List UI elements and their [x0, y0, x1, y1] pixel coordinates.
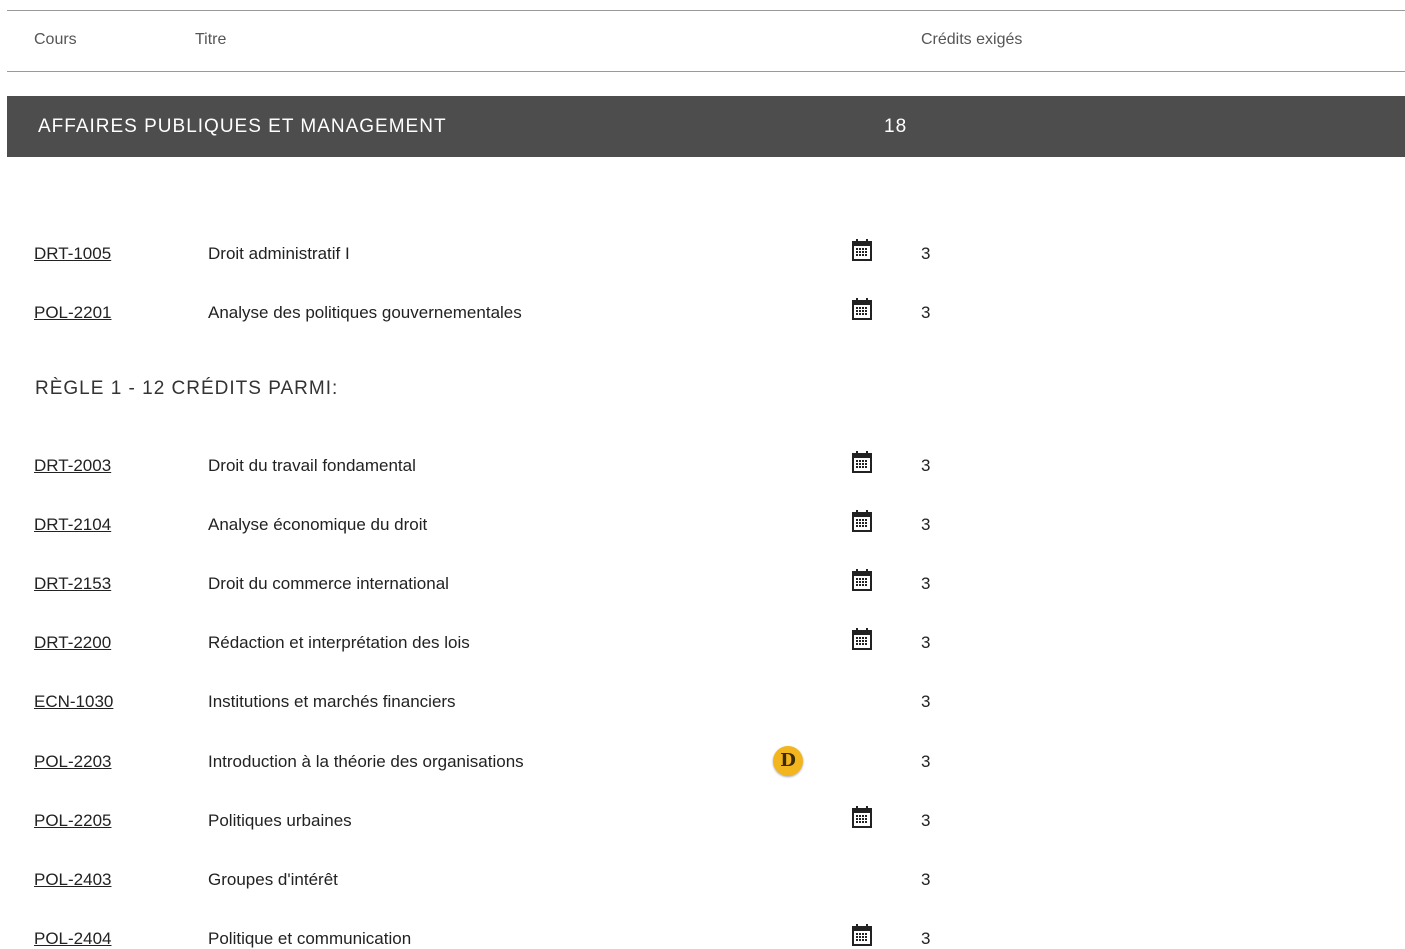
course-title: Politique et communication — [208, 929, 412, 948]
table-row: ECN-1030 Institutions et marchés financi… — [0, 692, 1405, 716]
course-code-link[interactable]: DRT-2153 — [34, 574, 111, 594]
calendar-icon[interactable] — [852, 628, 872, 650]
course-credits: 3 — [921, 515, 931, 534]
course-title: Droit administratif I — [208, 244, 350, 263]
course-credits: 3 — [921, 633, 931, 652]
table-row: POL-2403 Groupes d'intérêt 3 — [0, 870, 1405, 894]
course-title: Rédaction et interprétation des lois — [208, 633, 470, 652]
course-credits: 3 — [921, 456, 931, 475]
course-code-link[interactable]: DRT-2104 — [34, 515, 111, 535]
course-code-link[interactable]: ECN-1030 — [34, 692, 113, 712]
course-code-link[interactable]: POL-2403 — [34, 870, 112, 890]
course-title: Institutions et marchés financiers — [208, 692, 456, 711]
calendar-icon[interactable] — [852, 298, 872, 320]
course-list-page: Cours Titre Crédits exigés AFFAIRES PUBL… — [0, 0, 1405, 949]
course-title: Analyse des politiques gouvernementales — [208, 303, 522, 322]
course-code-link[interactable]: DRT-2200 — [34, 633, 111, 653]
course-credits: 3 — [921, 870, 931, 889]
course-credits: 3 — [921, 692, 931, 711]
calendar-icon[interactable] — [852, 569, 872, 591]
table-row: DRT-2200 Rédaction et interprétation des… — [0, 628, 1405, 657]
header-credits: Crédits exigés — [921, 31, 1023, 48]
table-row: POL-2203 Introduction à la théorie des o… — [0, 746, 1405, 776]
table-row: DRT-2153 Droit du commerce international… — [0, 569, 1405, 598]
distance-badge-icon[interactable]: D — [773, 746, 803, 776]
table-row: POL-2205 Politiques urbaines 3 — [0, 806, 1405, 835]
course-code-link[interactable]: POL-2201 — [34, 303, 112, 323]
calendar-icon[interactable] — [852, 924, 872, 946]
rule-heading: RÈGLE 1 - 12 CRÉDITS PARMI: — [35, 378, 339, 399]
course-title: Droit du commerce international — [208, 574, 449, 593]
course-title: Introduction à la théorie des organisati… — [208, 752, 524, 771]
table-row: DRT-2003 Droit du travail fondamental 3 — [0, 451, 1405, 480]
course-credits: 3 — [921, 244, 931, 263]
course-code-link[interactable]: POL-2203 — [34, 752, 112, 772]
course-credits: 3 — [921, 752, 931, 771]
calendar-icon[interactable] — [852, 510, 872, 532]
calendar-icon[interactable] — [852, 451, 872, 473]
table-row: POL-2404 Politique et communication 3 — [0, 924, 1405, 949]
course-title: Politiques urbaines — [208, 811, 352, 830]
course-credits: 3 — [921, 929, 931, 948]
section-title: AFFAIRES PUBLIQUES ET MANAGEMENT — [38, 116, 447, 137]
header-cours: Cours — [34, 31, 77, 48]
course-code-link[interactable]: DRT-2003 — [34, 456, 111, 476]
section-credits: 18 — [884, 116, 908, 137]
course-title: Analyse économique du droit — [208, 515, 428, 534]
course-code-link[interactable]: POL-2205 — [34, 811, 112, 831]
table-row: POL-2201 Analyse des politiques gouverne… — [0, 298, 1405, 327]
table-header: Cours Titre Crédits exigés — [7, 10, 1405, 72]
course-code-link[interactable]: POL-2404 — [34, 929, 112, 949]
course-title: Droit du travail fondamental — [208, 456, 416, 475]
course-credits: 3 — [921, 811, 931, 830]
table-row: DRT-2104 Analyse économique du droit 3 — [0, 510, 1405, 539]
course-credits: 3 — [921, 574, 931, 593]
course-title: Groupes d'intérêt — [208, 870, 338, 889]
section-header: AFFAIRES PUBLIQUES ET MANAGEMENT 18 — [7, 96, 1405, 157]
calendar-icon[interactable] — [852, 239, 872, 261]
course-credits: 3 — [921, 303, 931, 322]
course-code-link[interactable]: DRT-1005 — [34, 244, 111, 264]
header-titre: Titre — [195, 31, 227, 48]
calendar-icon[interactable] — [852, 806, 872, 828]
table-row: DRT-1005 Droit administratif I 3 — [0, 239, 1405, 268]
